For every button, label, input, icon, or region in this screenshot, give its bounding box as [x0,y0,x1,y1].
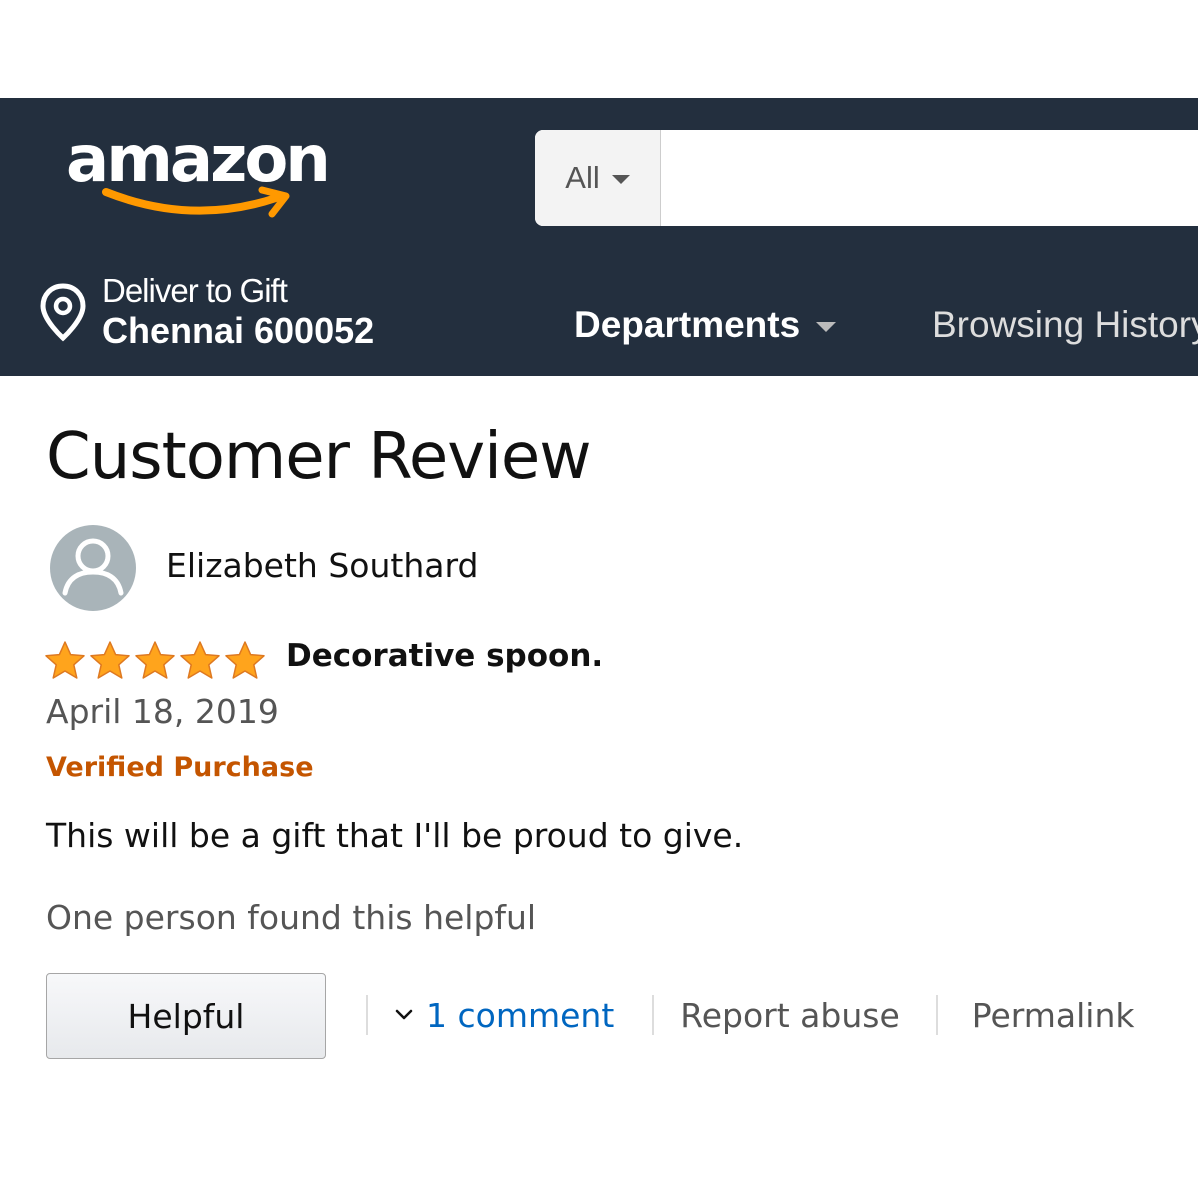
comment-link-label: 1 comment [426,995,615,1035]
reviewer-name[interactable]: Elizabeth Southard [166,546,478,585]
star-icon [45,641,85,679]
permalink-link[interactable]: Permalink [938,996,1135,1035]
deliver-to-label: Deliver to Gift [102,272,288,309]
search-input[interactable] [662,130,1198,226]
chevron-down-icon [395,1009,413,1020]
location-pin-icon [40,283,86,342]
review-title[interactable]: Decorative spoon. [286,638,603,674]
search-scope-dropdown[interactable]: All [535,130,661,226]
departments-label: Departments [574,304,801,345]
verified-purchase-badge: Verified Purchase [46,752,314,783]
deliver-to-location[interactable]: Deliver to Gift Chennai 600052 [38,270,458,360]
report-abuse-link[interactable]: Report abuse [654,996,935,1035]
star-icon [135,641,175,679]
review-actions: 1 comment Report abuse Permalink [366,990,1135,1040]
avatar[interactable] [50,525,136,611]
amazon-smile-icon [102,186,290,218]
search-scope-label: All [565,160,600,195]
star-icon [90,641,130,679]
amazon-logo[interactable]: amazon [66,120,356,220]
deliver-location: Chennai 600052 [102,310,375,351]
departments-menu[interactable]: Departments [574,304,837,346]
helpful-button[interactable]: Helpful [46,973,326,1059]
browsing-history-link[interactable]: Browsing History [932,304,1198,346]
user-avatar-icon [62,538,124,596]
caret-down-icon [611,175,630,184]
caret-down-icon [816,322,837,332]
search-bar: All [535,130,1198,226]
comment-link[interactable]: 1 comment [368,996,652,1035]
star-rating [44,640,266,682]
page-title: Customer Review [46,420,592,494]
review-date: April 18, 2019 [46,692,279,731]
header-bar: amazon All Deliver to Gift Chennai 60005… [0,98,1198,376]
star-icon [180,641,220,679]
review-body: This will be a gift that I'll be proud t… [46,816,744,855]
helpful-count: One person found this helpful [46,898,537,937]
star-icon [225,641,265,679]
